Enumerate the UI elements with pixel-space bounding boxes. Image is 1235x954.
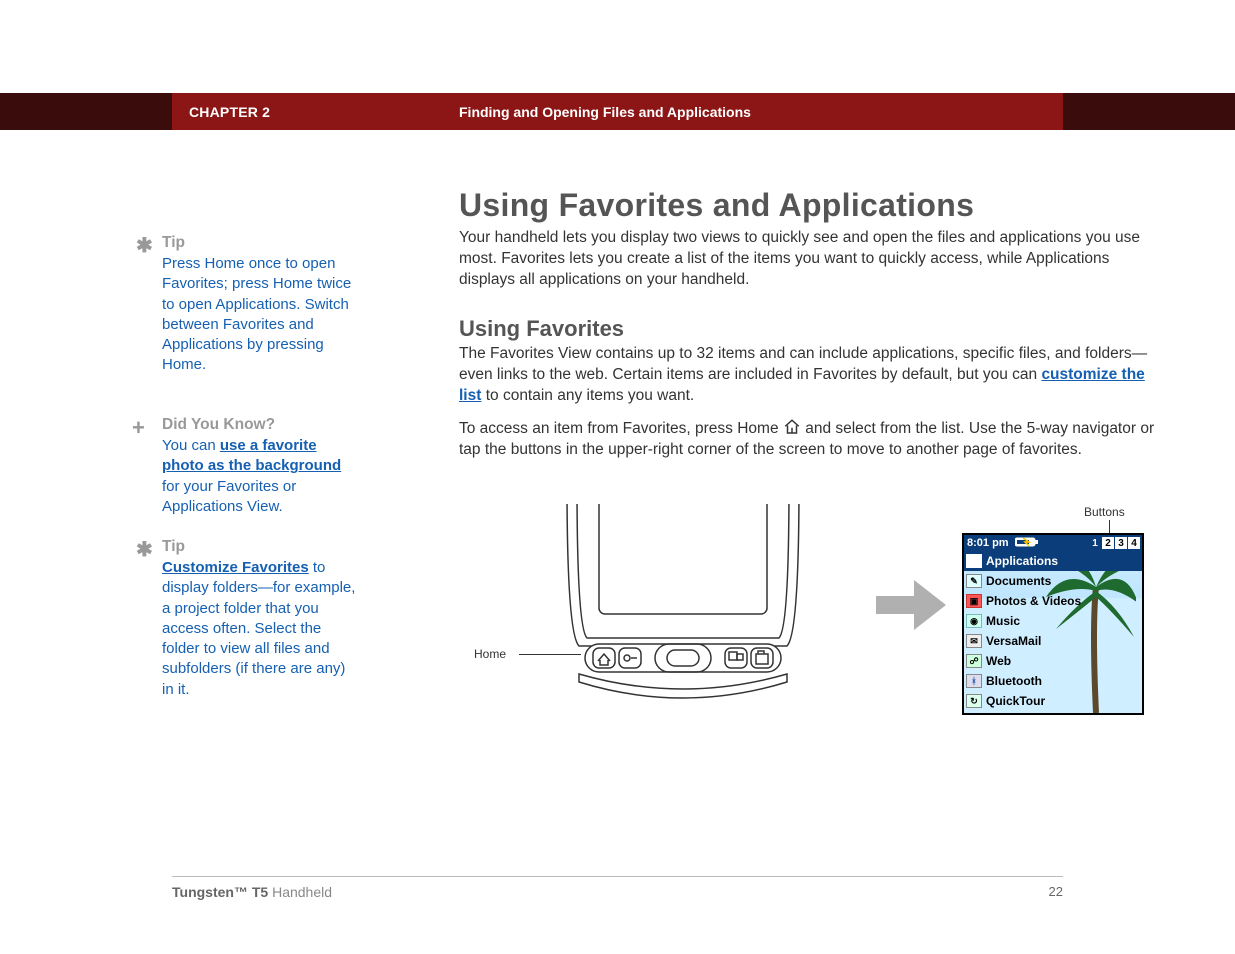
sidebar-tip2-body: Customize Favorites to display folders—f… bbox=[162, 558, 357, 700]
app-icon: ᚼ bbox=[966, 674, 982, 688]
subheading-using-favorites: Using Favorites bbox=[459, 316, 624, 342]
buttons-callout-line bbox=[1109, 520, 1110, 533]
list-item[interactable]: ↻ QuickTour bbox=[964, 691, 1142, 711]
sidebar-dyk-head: Did You Know? bbox=[162, 416, 275, 434]
dyk-pre: You can bbox=[162, 437, 220, 454]
dyk-post: for your Favorites or Applications View. bbox=[162, 478, 296, 515]
chapter-title: Finding and Opening Files and Applicatio… bbox=[459, 104, 751, 120]
list-item[interactable]: ✎ Documents bbox=[964, 571, 1142, 591]
list-item-label: VersaMail bbox=[986, 634, 1041, 648]
list-item-label: Web bbox=[986, 654, 1011, 668]
sidebar-tip2-head: Tip bbox=[162, 538, 185, 556]
footer-rule bbox=[172, 876, 1063, 877]
app-icon: ▦ bbox=[966, 554, 982, 568]
sidebar-dyk-body: You can use a favorite photo as the back… bbox=[162, 436, 357, 517]
home-callout-label: Home bbox=[474, 647, 506, 661]
list-item[interactable]: ◉ Music bbox=[964, 611, 1142, 631]
tip2-post: to display folders—for example, a projec… bbox=[162, 559, 355, 698]
list-item-label: QuickTour bbox=[986, 694, 1045, 708]
battery-icon bbox=[1015, 537, 1039, 550]
p2b: to contain any items you want. bbox=[481, 387, 694, 404]
intro-paragraph: Your handheld lets you display two views… bbox=[459, 228, 1159, 291]
home-callout-line bbox=[519, 654, 581, 655]
asterisk-icon: ✱ bbox=[136, 233, 153, 258]
page-button-4[interactable]: 4 bbox=[1127, 537, 1140, 549]
paragraph-access: To access an item from Favorites, press … bbox=[459, 418, 1159, 461]
p3a: To access an item from Favorites, press … bbox=[459, 420, 783, 437]
sidebar-tip1-head: Tip bbox=[162, 234, 185, 252]
list-item-label: Documents bbox=[986, 574, 1051, 588]
tip2-link[interactable]: Customize Favorites bbox=[162, 559, 309, 576]
footer-page-number: 22 bbox=[1049, 884, 1063, 899]
screen-status-bar: 8:01 pm 1 2 3 4 bbox=[964, 535, 1142, 551]
page-button-2[interactable]: 2 bbox=[1101, 537, 1114, 549]
page-button-1[interactable]: 1 bbox=[1088, 537, 1101, 549]
page-heading: Using Favorites and Applications bbox=[459, 187, 974, 224]
chapter-label: CHAPTER 2 bbox=[189, 104, 270, 120]
app-icon: ☍ bbox=[966, 654, 982, 668]
app-icon: ✎ bbox=[966, 574, 982, 588]
list-item[interactable]: ▣ Photos & Videos bbox=[964, 591, 1142, 611]
favorites-screenshot: 8:01 pm 1 2 3 4 ▦ Applications ✎ Documents… bbox=[962, 533, 1144, 715]
list-item-label: Applications bbox=[986, 554, 1058, 568]
list-item[interactable]: ▦ Applications bbox=[964, 551, 1142, 571]
home-icon bbox=[783, 418, 801, 436]
arrow-icon bbox=[876, 576, 946, 634]
page-button-3[interactable]: 3 bbox=[1114, 537, 1127, 549]
list-item[interactable]: ✉ VersaMail bbox=[964, 631, 1142, 651]
app-icon: ↻ bbox=[966, 694, 982, 708]
app-icon: ✉ bbox=[966, 634, 982, 648]
buttons-callout-label: Buttons bbox=[1084, 505, 1125, 519]
list-item-label: Photos & Videos bbox=[986, 594, 1081, 608]
footer-product: Tungsten™ T5 Handheld bbox=[172, 884, 332, 900]
app-icon: ▣ bbox=[966, 594, 982, 608]
status-time: 8:01 pm bbox=[967, 537, 1009, 549]
paragraph-customize: The Favorites View contains up to 32 ite… bbox=[459, 344, 1159, 407]
list-item-label: Music bbox=[986, 614, 1020, 628]
page-buttons-group: 1 2 3 4 bbox=[1088, 537, 1140, 549]
list-item-label: Bluetooth bbox=[986, 674, 1042, 688]
asterisk-icon: ✱ bbox=[136, 537, 153, 562]
handheld-illustration bbox=[559, 504, 807, 714]
list-item[interactable]: ☍ Web bbox=[964, 651, 1142, 671]
sidebar-tip1-body: Press Home once to open Favorites; press… bbox=[162, 254, 357, 376]
favorites-list: ▦ Applications ✎ Documents ▣ Photos & Video… bbox=[964, 551, 1142, 711]
list-item[interactable]: ᚼ Bluetooth bbox=[964, 671, 1142, 691]
plus-icon: + bbox=[132, 415, 145, 441]
app-icon: ◉ bbox=[966, 614, 982, 628]
